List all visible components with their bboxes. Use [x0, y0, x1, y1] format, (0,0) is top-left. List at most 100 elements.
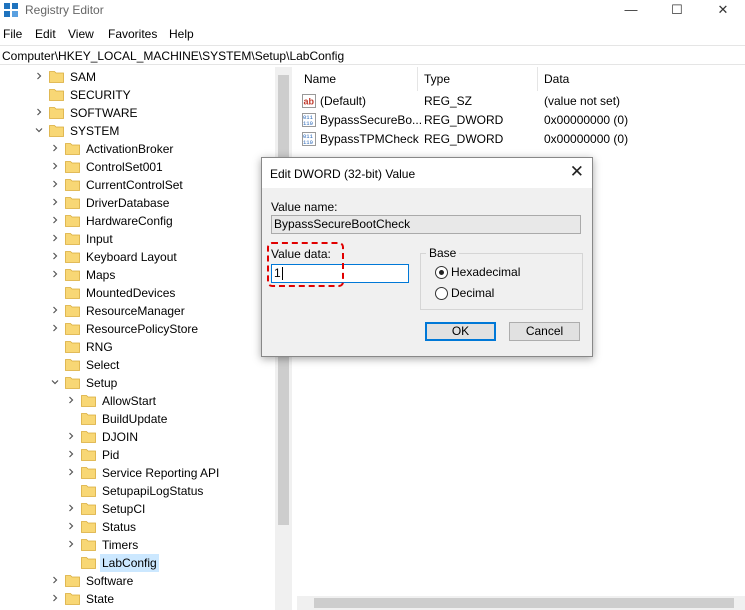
- value-row[interactable]: 011 110 BypassTPMCheck REG_DWORD 0x00000…: [302, 130, 742, 149]
- column-header-type[interactable]: Type: [424, 67, 450, 89]
- chevron-right-icon[interactable]: [51, 198, 59, 206]
- folder-icon: [65, 269, 80, 281]
- folder-icon: [49, 125, 64, 137]
- minimize-button[interactable]: —: [608, 0, 654, 22]
- tree-item[interactable]: DriverDatabase: [0, 194, 275, 212]
- folder-icon: [65, 377, 80, 389]
- tree-item[interactable]: BuildUpdate: [0, 410, 275, 428]
- menu-view[interactable]: View: [68, 27, 94, 41]
- chevron-right-icon[interactable]: [51, 324, 59, 332]
- cancel-button[interactable]: Cancel: [509, 322, 580, 341]
- values-hscrollbar-thumb[interactable]: [314, 598, 734, 608]
- tree-item[interactable]: DJOIN: [0, 428, 275, 446]
- column-header-name[interactable]: Name: [304, 67, 336, 89]
- tree-item[interactable]: Maps: [0, 266, 275, 284]
- tree-item[interactable]: Input: [0, 230, 275, 248]
- ok-button[interactable]: OK: [425, 322, 496, 341]
- tree-item[interactable]: SetupapiLogStatus: [0, 482, 275, 500]
- decimal-label[interactable]: Decimal: [451, 286, 494, 300]
- registry-tree: SAM SECURITY SOFTWARE SYSTEM ActivationBroke…: [0, 67, 275, 610]
- column-divider[interactable]: [537, 67, 538, 91]
- chevron-right-icon[interactable]: [51, 252, 59, 260]
- tree-item[interactable]: MountedDevices: [0, 284, 275, 302]
- tree-item-label: SetupapiLogStatus: [102, 484, 204, 498]
- hexadecimal-label[interactable]: Hexadecimal: [451, 265, 520, 279]
- value-row[interactable]: ab (Default) REG_SZ (value not set): [302, 92, 742, 111]
- tree-item[interactable]: LabConfig: [0, 554, 275, 572]
- chevron-down-icon[interactable]: [35, 126, 43, 134]
- tree-item[interactable]: Keyboard Layout: [0, 248, 275, 266]
- chevron-right-icon[interactable]: [51, 162, 59, 170]
- chevron-right-icon[interactable]: [67, 396, 75, 404]
- chevron-right-icon[interactable]: [51, 576, 59, 584]
- tree-item[interactable]: SetupCI: [0, 500, 275, 518]
- chevron-right-icon[interactable]: [67, 450, 75, 458]
- hexadecimal-radio[interactable]: [435, 266, 448, 279]
- chevron-right-icon[interactable]: [35, 108, 43, 116]
- base-label: Base: [426, 246, 460, 260]
- chevron-right-icon[interactable]: [67, 522, 75, 530]
- folder-icon: [81, 413, 96, 425]
- tree-item[interactable]: Software: [0, 572, 275, 590]
- tree-item[interactable]: Select: [0, 356, 275, 374]
- tree-item[interactable]: Service Reporting API: [0, 464, 275, 482]
- tree-item[interactable]: CurrentControlSet: [0, 176, 275, 194]
- tree-item[interactable]: Status: [0, 518, 275, 536]
- tree-item[interactable]: SECURITY: [0, 86, 275, 104]
- menu-help[interactable]: Help: [169, 27, 194, 41]
- chevron-down-icon[interactable]: [51, 378, 59, 386]
- values-hscrollbar[interactable]: [297, 596, 745, 610]
- chevron-right-icon[interactable]: [67, 540, 75, 548]
- value-name-field[interactable]: BypassSecureBootCheck: [271, 215, 581, 234]
- chevron-right-icon[interactable]: [51, 234, 59, 242]
- tree-item[interactable]: Setup: [0, 374, 275, 392]
- dword-value-icon: 011 110: [302, 132, 316, 146]
- tree-item-label: SECURITY: [70, 88, 131, 102]
- value-row[interactable]: 011 110 BypassSecureBo... REG_DWORD 0x00…: [302, 111, 742, 130]
- tree-item[interactable]: ControlSet001: [0, 158, 275, 176]
- tree-item[interactable]: RNG: [0, 338, 275, 356]
- address-bar[interactable]: Computer\HKEY_LOCAL_MACHINE\SYSTEM\Setup…: [0, 45, 745, 65]
- tree-item[interactable]: AllowStart: [0, 392, 275, 410]
- tree-item[interactable]: State: [0, 590, 275, 608]
- maximize-button[interactable]: ☐: [654, 0, 700, 22]
- value-name-label: Value name:: [271, 200, 338, 214]
- chevron-right-icon[interactable]: [51, 180, 59, 188]
- tree-item[interactable]: ActivationBroker: [0, 140, 275, 158]
- chevron-right-icon[interactable]: [67, 432, 75, 440]
- chevron-right-icon[interactable]: [51, 144, 59, 152]
- tree-item[interactable]: ResourceManager: [0, 302, 275, 320]
- value-name: (Default): [320, 94, 367, 108]
- close-window-button[interactable]: ✕: [700, 0, 745, 22]
- menu-favorites[interactable]: Favorites: [108, 27, 157, 41]
- menu-edit[interactable]: Edit: [35, 27, 56, 41]
- chevron-right-icon[interactable]: [51, 270, 59, 278]
- tree-item-label: CurrentControlSet: [86, 178, 183, 192]
- value-name: BypassSecureBo...: [320, 113, 423, 127]
- tree-item[interactable]: SAM: [0, 68, 275, 86]
- value-data: 0x00000000 (0): [544, 132, 629, 146]
- tree-item-label: DJOIN: [102, 430, 138, 444]
- tree-item-label: Setup: [86, 376, 118, 390]
- column-header-data[interactable]: Data: [544, 67, 569, 89]
- tree-item[interactable]: Pid: [0, 446, 275, 464]
- column-divider[interactable]: [417, 67, 418, 91]
- chevron-right-icon[interactable]: [51, 306, 59, 314]
- tree-item[interactable]: ResourcePolicyStore: [0, 320, 275, 338]
- tree-item[interactable]: Timers: [0, 536, 275, 554]
- tree-item-label: ResourcePolicyStore: [86, 322, 199, 336]
- tree-item[interactable]: HardwareConfig: [0, 212, 275, 230]
- chevron-right-icon[interactable]: [51, 216, 59, 224]
- decimal-radio[interactable]: [435, 287, 448, 300]
- tree-item[interactable]: SOFTWARE: [0, 104, 275, 122]
- menu-bar: File Edit View Favorites Help: [0, 24, 745, 44]
- chevron-right-icon[interactable]: [67, 468, 75, 476]
- window-title: Registry Editor: [25, 3, 104, 17]
- tree-item[interactable]: SYSTEM: [0, 122, 275, 140]
- dialog-close-button[interactable]: ✕: [570, 163, 584, 181]
- chevron-right-icon[interactable]: [67, 504, 75, 512]
- chevron-right-icon[interactable]: [35, 72, 43, 80]
- folder-icon: [49, 107, 64, 119]
- chevron-right-icon[interactable]: [51, 594, 59, 602]
- menu-file[interactable]: File: [3, 27, 22, 41]
